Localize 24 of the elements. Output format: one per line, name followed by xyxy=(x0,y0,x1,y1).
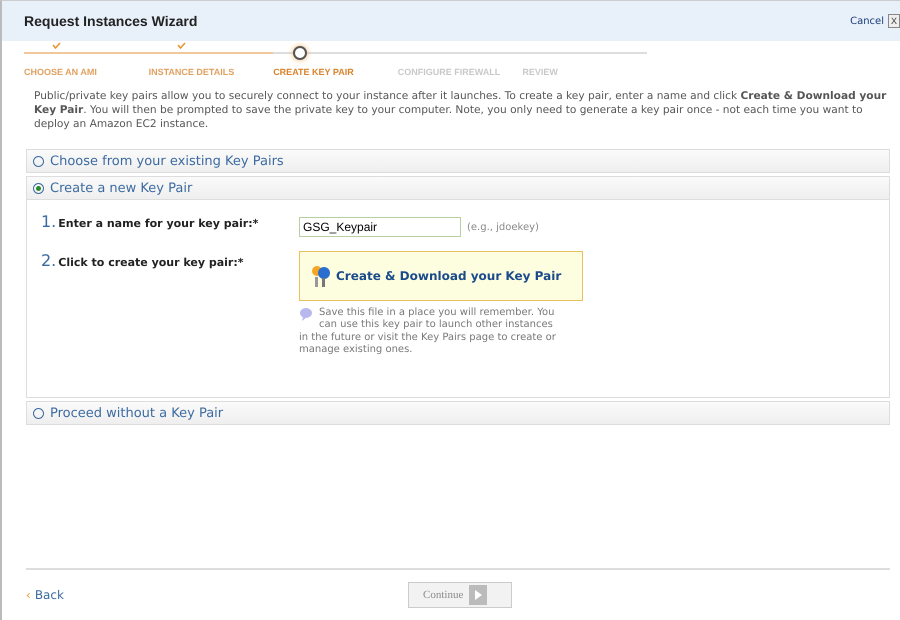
field-label: Enter a name for your key pair:* xyxy=(58,217,258,230)
keys-icon xyxy=(310,264,332,288)
field-hint: (e.g., jdoekey) xyxy=(467,222,539,233)
create-download-button[interactable]: Create & Download your Key Pair xyxy=(299,250,583,300)
close-button[interactable]: X xyxy=(888,14,900,28)
intro-text: Public/private key pairs allow you to securely connect to your instance after it launches. To create a key pair, enter a name and click Create & Download your Key Pair. You will then be prompted to save the private key to your computer. Note, you only need to generate a key pair once - not each time you want to deploy an Amazon EC2 instance. xyxy=(34,89,888,131)
key-name-input[interactable]: GSG_Keypair xyxy=(299,217,461,238)
cancel-link[interactable]: Cancel xyxy=(850,16,884,26)
note-text: Save this file in a place you will remember. You can use this key pair to launch other instances in the future or visit the Key Pairs page to create or manage existing ones. xyxy=(299,306,557,356)
play-icon xyxy=(469,585,488,605)
window-title: Request Instances Wizard xyxy=(24,13,198,29)
radio-button[interactable] xyxy=(33,156,44,166)
key-pair-option[interactable]: Choose from your existing Key Pairs xyxy=(27,150,889,172)
step-label[interactable]: CREATE KEY PAIR xyxy=(273,67,354,77)
step-number: 1. xyxy=(41,212,56,231)
speech-bubble-icon xyxy=(299,306,313,320)
radio-button[interactable] xyxy=(33,182,44,194)
key-pair-option[interactable]: Proceed without a Key Pair xyxy=(27,402,889,424)
step-number: 2. xyxy=(41,250,56,270)
field-label: Click to create your key pair:* xyxy=(58,256,244,268)
back-link[interactable]: ‹ Back xyxy=(26,588,64,602)
radio-button[interactable] xyxy=(33,408,44,418)
current-step-icon xyxy=(293,46,308,60)
key-pair-option[interactable]: Create a new Key Pair xyxy=(27,177,889,199)
